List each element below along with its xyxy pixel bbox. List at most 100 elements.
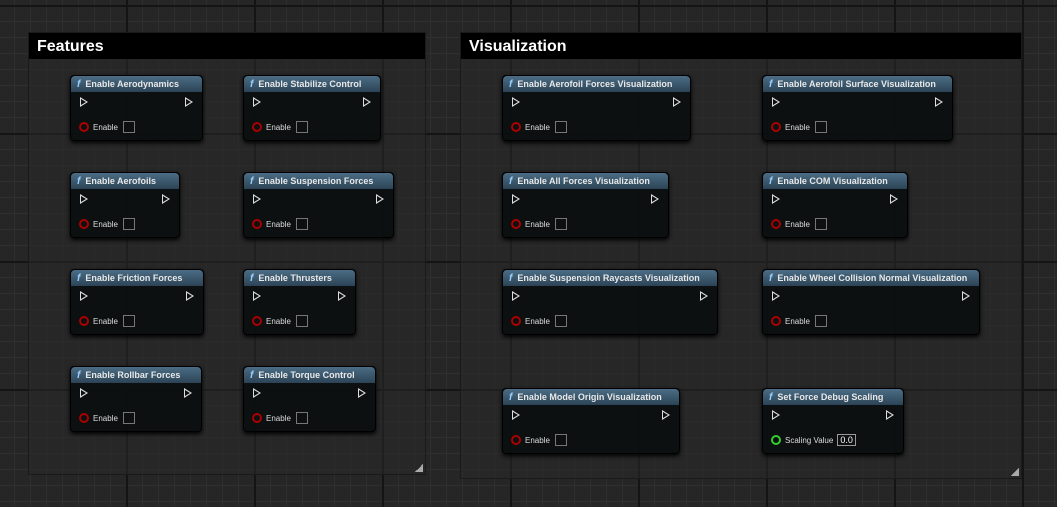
- blueprint-node[interactable]: f Enable Aerofoils Enable: [70, 172, 180, 238]
- exec-out-pin-icon[interactable]: [935, 97, 943, 107]
- blueprint-node[interactable]: f Enable COM Visualization Enable: [762, 172, 908, 238]
- exec-in-pin-icon[interactable]: [80, 194, 88, 204]
- exec-out-pin-icon[interactable]: [162, 194, 170, 204]
- bool-pin-icon[interactable]: [252, 122, 262, 132]
- blueprint-node[interactable]: f Enable Thrusters Enable: [243, 269, 356, 335]
- enable-checkbox[interactable]: [554, 218, 567, 230]
- exec-out-pin-icon[interactable]: [185, 97, 193, 107]
- exec-in-pin-icon[interactable]: [512, 194, 520, 204]
- enable-checkbox[interactable]: [295, 121, 308, 133]
- exec-out-pin-icon[interactable]: [376, 194, 384, 204]
- node-header[interactable]: f Enable Aerofoils: [71, 173, 179, 189]
- node-header[interactable]: f Enable Aerodynamics: [71, 76, 202, 92]
- bool-pin-icon[interactable]: [79, 316, 89, 326]
- enable-checkbox[interactable]: [814, 218, 827, 230]
- enable-checkbox[interactable]: [122, 121, 135, 133]
- exec-in-pin-icon[interactable]: [80, 97, 88, 107]
- exec-out-pin-icon[interactable]: [358, 388, 366, 398]
- enable-checkbox[interactable]: [122, 218, 135, 230]
- exec-in-pin-icon[interactable]: [512, 97, 520, 107]
- exec-out-pin-icon[interactable]: [186, 291, 194, 301]
- blueprint-node[interactable]: f Enable Suspension Forces Enable: [243, 172, 394, 238]
- exec-in-pin-icon[interactable]: [512, 291, 520, 301]
- blueprint-node[interactable]: f Enable Friction Forces Enable: [70, 269, 204, 335]
- blueprint-node[interactable]: f Enable Aerofoil Forces Visualization En…: [502, 75, 691, 141]
- resize-handle-icon[interactable]: [415, 464, 423, 472]
- enable-checkbox[interactable]: [554, 434, 567, 446]
- exec-in-pin-icon[interactable]: [772, 410, 780, 420]
- enable-checkbox[interactable]: [295, 412, 308, 424]
- exec-out-pin-icon[interactable]: [338, 291, 346, 301]
- blueprint-node[interactable]: f Enable Suspension Raycasts Visualizatio…: [502, 269, 718, 335]
- blueprint-node[interactable]: f Enable Torque Control Enable: [243, 366, 376, 432]
- exec-in-pin-icon[interactable]: [80, 388, 88, 398]
- exec-out-pin-icon[interactable]: [962, 291, 970, 301]
- bool-pin-icon[interactable]: [252, 219, 262, 229]
- node-header[interactable]: f Enable Torque Control: [244, 367, 375, 383]
- bool-pin-icon[interactable]: [771, 122, 781, 132]
- blueprint-node[interactable]: f Set Force Debug Scaling Scaling Value 0.…: [762, 388, 904, 454]
- node-header[interactable]: f Enable Rollbar Forces: [71, 367, 201, 383]
- node-header[interactable]: f Enable Suspension Raycasts Visualizatio…: [503, 270, 717, 286]
- bool-pin-icon[interactable]: [252, 413, 262, 423]
- value-input[interactable]: 0.0: [837, 434, 856, 446]
- bool-pin-icon[interactable]: [79, 219, 89, 229]
- exec-in-pin-icon[interactable]: [772, 194, 780, 204]
- exec-out-pin-icon[interactable]: [700, 291, 708, 301]
- node-header[interactable]: f Enable All Forces Visualization: [503, 173, 668, 189]
- bool-pin-icon[interactable]: [511, 435, 521, 445]
- blueprint-node[interactable]: f Enable All Forces Visualization Enable: [502, 172, 669, 238]
- bool-pin-icon[interactable]: [771, 219, 781, 229]
- enable-checkbox[interactable]: [122, 315, 135, 327]
- node-header[interactable]: f Enable Aerofoil Forces Visualization: [503, 76, 690, 92]
- bool-pin-icon[interactable]: [511, 219, 521, 229]
- exec-in-pin-icon[interactable]: [253, 194, 261, 204]
- node-header[interactable]: f Enable Wheel Collision Normal Visualiza…: [763, 270, 979, 286]
- exec-in-pin-icon[interactable]: [253, 388, 261, 398]
- float-pin-icon[interactable]: [771, 435, 781, 445]
- exec-in-pin-icon[interactable]: [253, 291, 261, 301]
- enable-checkbox[interactable]: [814, 315, 827, 327]
- resize-handle-icon[interactable]: [1011, 468, 1019, 476]
- exec-out-pin-icon[interactable]: [673, 97, 681, 107]
- node-header[interactable]: f Enable Friction Forces: [71, 270, 203, 286]
- exec-out-pin-icon[interactable]: [651, 194, 659, 204]
- exec-out-pin-icon[interactable]: [662, 410, 670, 420]
- bool-pin-icon[interactable]: [511, 316, 521, 326]
- blueprint-node[interactable]: f Enable Aerofoil Surface Visualization E…: [762, 75, 953, 141]
- bool-pin-icon[interactable]: [79, 413, 89, 423]
- exec-out-pin-icon[interactable]: [890, 194, 898, 204]
- node-header[interactable]: f Enable Aerofoil Surface Visualization: [763, 76, 952, 92]
- blueprint-node[interactable]: f Enable Rollbar Forces Enable: [70, 366, 202, 432]
- node-header[interactable]: f Enable Suspension Forces: [244, 173, 393, 189]
- bool-pin-icon[interactable]: [771, 316, 781, 326]
- exec-out-pin-icon[interactable]: [363, 97, 371, 107]
- blueprint-node[interactable]: f Enable Stabilize Control Enable: [243, 75, 381, 141]
- bool-pin-icon[interactable]: [252, 316, 262, 326]
- enable-checkbox[interactable]: [122, 412, 135, 424]
- enable-checkbox[interactable]: [554, 315, 567, 327]
- blueprint-node[interactable]: f Enable Wheel Collision Normal Visualiza…: [762, 269, 980, 335]
- blueprint-node[interactable]: f Enable Model Origin Visualization Enabl…: [502, 388, 680, 454]
- blueprint-node[interactable]: f Enable Aerodynamics Enable: [70, 75, 203, 141]
- bool-pin-icon[interactable]: [511, 122, 521, 132]
- comment-title[interactable]: Features: [29, 33, 425, 59]
- node-header[interactable]: f Set Force Debug Scaling: [763, 389, 903, 405]
- enable-checkbox[interactable]: [295, 218, 308, 230]
- exec-out-pin-icon[interactable]: [184, 388, 192, 398]
- bool-pin-icon[interactable]: [79, 122, 89, 132]
- enable-checkbox[interactable]: [814, 121, 827, 133]
- node-header[interactable]: f Enable Stabilize Control: [244, 76, 380, 92]
- node-header[interactable]: f Enable Model Origin Visualization: [503, 389, 679, 405]
- exec-in-pin-icon[interactable]: [512, 410, 520, 420]
- comment-title[interactable]: Visualization: [461, 33, 1021, 59]
- exec-in-pin-icon[interactable]: [772, 97, 780, 107]
- node-header[interactable]: f Enable Thrusters: [244, 270, 355, 286]
- exec-in-pin-icon[interactable]: [253, 97, 261, 107]
- exec-out-pin-icon[interactable]: [886, 410, 894, 420]
- exec-in-pin-icon[interactable]: [80, 291, 88, 301]
- enable-checkbox[interactable]: [554, 121, 567, 133]
- node-header[interactable]: f Enable COM Visualization: [763, 173, 907, 189]
- enable-checkbox[interactable]: [295, 315, 308, 327]
- exec-in-pin-icon[interactable]: [772, 291, 780, 301]
